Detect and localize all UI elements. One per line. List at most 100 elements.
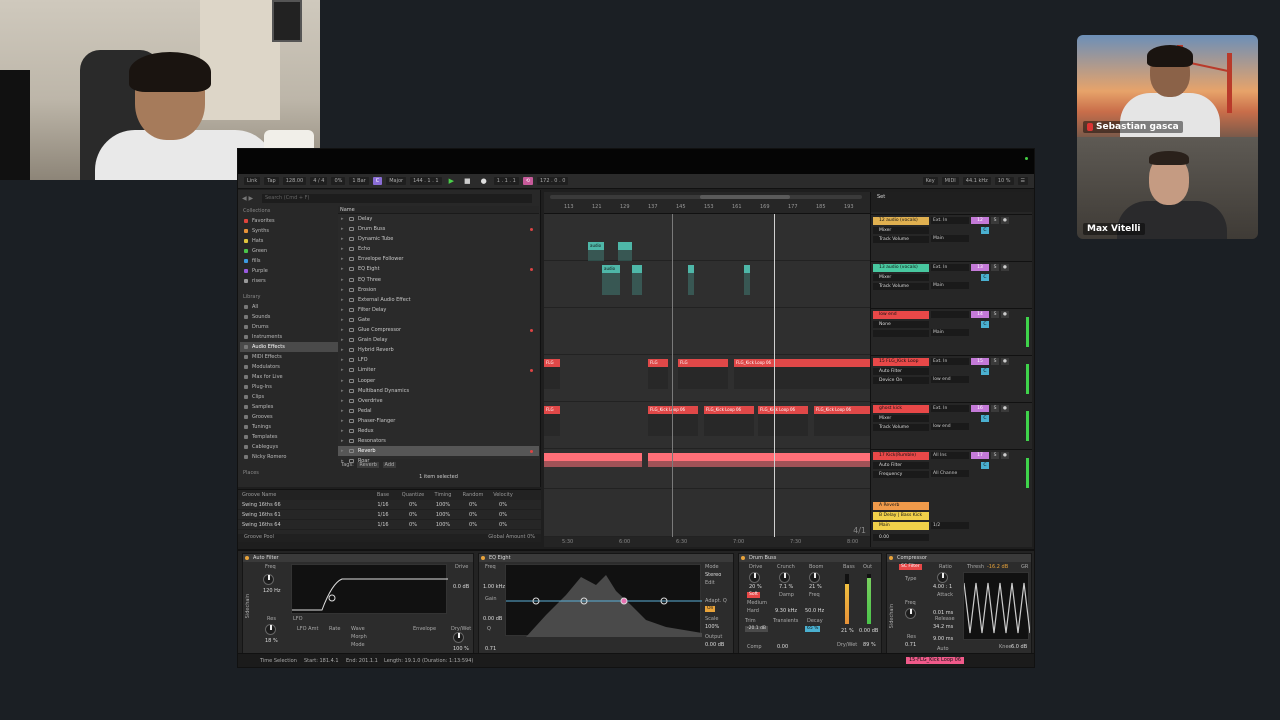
clip[interactable]: FLG_Kick Loop 06 — [648, 406, 698, 414]
groove-cell[interactable]: 100% — [428, 520, 458, 529]
compressor-device[interactable]: Compressor Sidechain SC Filter Type Freq… — [886, 553, 1032, 655]
participant-tile-2[interactable]: Max Vitelli — [1077, 137, 1258, 239]
res-knob[interactable] — [265, 624, 276, 635]
clip[interactable]: FLG — [544, 406, 560, 414]
release-secondary-value[interactable]: 9.00 ms — [933, 636, 953, 642]
mixer-track[interactable]: 12 audio (vocals) Mixer Track Volume Ext… — [871, 214, 1032, 261]
groove-cell[interactable]: 100% — [428, 510, 458, 519]
mixer-track[interactable]: 15 FLG_Kick Loop Auto Filter Device On E… — [871, 355, 1032, 402]
track-name[interactable]: 13 audio (vocals) — [873, 264, 929, 272]
groove-cell[interactable]: 0% — [458, 520, 488, 529]
collection-item[interactable]: Green — [240, 246, 338, 256]
library-item[interactable]: Cableguys — [240, 442, 338, 452]
output-select[interactable]: All Channe — [931, 470, 969, 477]
file-item[interactable]: Delay — [338, 214, 539, 224]
file-item[interactable]: Resonators — [338, 436, 539, 446]
track-number[interactable]: 15 — [971, 358, 989, 365]
output-select[interactable]: Main — [931, 329, 969, 336]
file-item[interactable]: Phaser-Flanger — [338, 416, 539, 426]
collection-item[interactable]: risers — [240, 276, 338, 286]
groove-cell[interactable]: 0% — [398, 500, 428, 509]
automation-param-select[interactable]: Track Volume — [873, 424, 929, 431]
sidechain-label[interactable]: Sidechain — [889, 604, 895, 628]
fraction-value[interactable]: 1/2 — [931, 522, 969, 529]
arm-button[interactable]: ● — [1001, 405, 1009, 412]
device-title-bar[interactable]: Compressor — [887, 554, 1031, 562]
threshold-value[interactable]: -16.2 dB — [987, 564, 1008, 570]
clip-waveform[interactable] — [688, 273, 694, 295]
return-track[interactable]: B Delay | Bass Kick — [873, 512, 929, 520]
track-lane[interactable]: FLG FLG_Kick Loop 06 FLG_Kick Loop 06 FLG_K… — [544, 402, 870, 449]
participant-tile-1[interactable]: Sebastian gasca — [1077, 35, 1258, 137]
input-select[interactable]: Ext. In — [931, 405, 969, 412]
out-value[interactable]: 0.00 dB — [859, 628, 878, 634]
drive-knob[interactable] — [749, 572, 760, 583]
global-amount-value[interactable]: 0% — [527, 534, 535, 540]
automation-param-select[interactable]: Frequency — [873, 471, 929, 478]
clip-waveform[interactable] — [678, 367, 728, 389]
clip-waveform[interactable] — [704, 414, 754, 436]
boom-knob[interactable] — [809, 572, 820, 583]
tag-chip[interactable]: Reverb — [357, 462, 379, 468]
play-icon[interactable]: ▶ — [446, 176, 457, 186]
clip[interactable]: audio — [602, 265, 620, 273]
eq-spectrum[interactable] — [505, 564, 702, 637]
soft-mode[interactable]: Soft — [747, 592, 760, 598]
clip-waveform[interactable] — [602, 273, 620, 295]
freq-value[interactable]: 50.0 Hz — [805, 608, 824, 614]
return-track[interactable]: Main — [873, 522, 929, 530]
file-item[interactable]: LFO — [338, 355, 539, 365]
browser-search-input[interactable]: Search (Cmd + F) — [262, 194, 532, 203]
output-value[interactable]: 0.00 dB — [705, 642, 724, 648]
collection-item[interactable]: Favorites — [240, 216, 338, 226]
clip-waveform[interactable] — [648, 461, 870, 467]
library-item[interactable]: Sounds — [240, 312, 338, 322]
sc-freq-knob[interactable] — [905, 608, 916, 619]
arrangement-view[interactable]: 113 121 129 137 145 153 161 169 177 185 193 audio a… — [544, 192, 870, 547]
arm-button[interactable]: ● — [1001, 311, 1009, 318]
solo-button[interactable]: S — [991, 217, 999, 224]
dry-wet-value[interactable]: 89 % — [863, 642, 876, 648]
automation-param-select[interactable]: Track Volume — [873, 283, 929, 290]
bar-ruler[interactable]: 113 121 129 137 145 153 161 169 177 185 193 — [544, 192, 870, 214]
track-lane[interactable]: FLG FLG FLG FLG_Kick Loop 06 — [544, 355, 870, 402]
solo-button[interactable]: S — [991, 452, 999, 459]
crunch-value[interactable]: 7.1 % — [779, 584, 793, 590]
clip[interactable]: FLG_Kick Loop 06 — [814, 406, 870, 414]
library-item[interactable]: Clips — [240, 392, 338, 402]
library-item[interactable]: Drums — [240, 322, 338, 332]
dry-wet-knob[interactable] — [453, 632, 464, 643]
clip-waveform[interactable] — [544, 367, 560, 389]
automation-param-select[interactable] — [873, 330, 929, 337]
power-icon[interactable] — [889, 556, 893, 560]
master-volume-value[interactable]: 0.00 — [873, 534, 929, 541]
library-item[interactable]: Templates — [240, 432, 338, 442]
auto-release-toggle[interactable]: Auto — [937, 646, 949, 652]
key-map-button[interactable]: Key — [922, 177, 938, 185]
track-number[interactable]: 13 — [971, 264, 989, 271]
track-lane[interactable]: audio — [544, 214, 870, 272]
drive-value[interactable]: 20 % — [749, 584, 762, 590]
tag-add-button[interactable]: Add — [382, 462, 397, 468]
clip[interactable] — [632, 265, 642, 273]
automation-device-select[interactable]: Mixer — [873, 415, 929, 422]
device-title-bar[interactable]: Auto Filter — [243, 554, 473, 562]
groove-row[interactable]: Swing 16ths 66 1/16 0% 100% 0% 0% — [238, 500, 541, 510]
clip-waveform[interactable] — [544, 461, 642, 467]
mixer-track[interactable]: 13 audio (vocals) Mixer Track Volume Ext… — [871, 261, 1032, 308]
file-item[interactable]: Pedal — [338, 406, 539, 416]
groove-cell[interactable]: 0% — [398, 510, 428, 519]
clip[interactable] — [688, 265, 694, 273]
return-track[interactable]: A Reverb — [873, 502, 929, 510]
power-icon[interactable] — [245, 556, 249, 560]
auto-filter-device[interactable]: Auto Filter Sidechain Freq 120 Hz Res 18… — [242, 553, 474, 655]
drum-buss-device[interactable]: Drum Buss Drive 20 % Crunch 7.1 % Boom 2… — [738, 553, 882, 655]
groove-cell[interactable]: 1/16 — [368, 500, 398, 509]
clip-waveform[interactable] — [544, 414, 560, 436]
midi-map-button[interactable]: MIDI — [941, 177, 959, 185]
track-number[interactable]: 17 — [971, 452, 989, 459]
sidechain-label[interactable]: Sidechain — [245, 594, 251, 618]
groove-cell[interactable]: 0% — [488, 510, 518, 519]
drive-value[interactable]: 0.0 dB — [453, 584, 469, 590]
file-item[interactable]: Filter Delay — [338, 305, 539, 315]
